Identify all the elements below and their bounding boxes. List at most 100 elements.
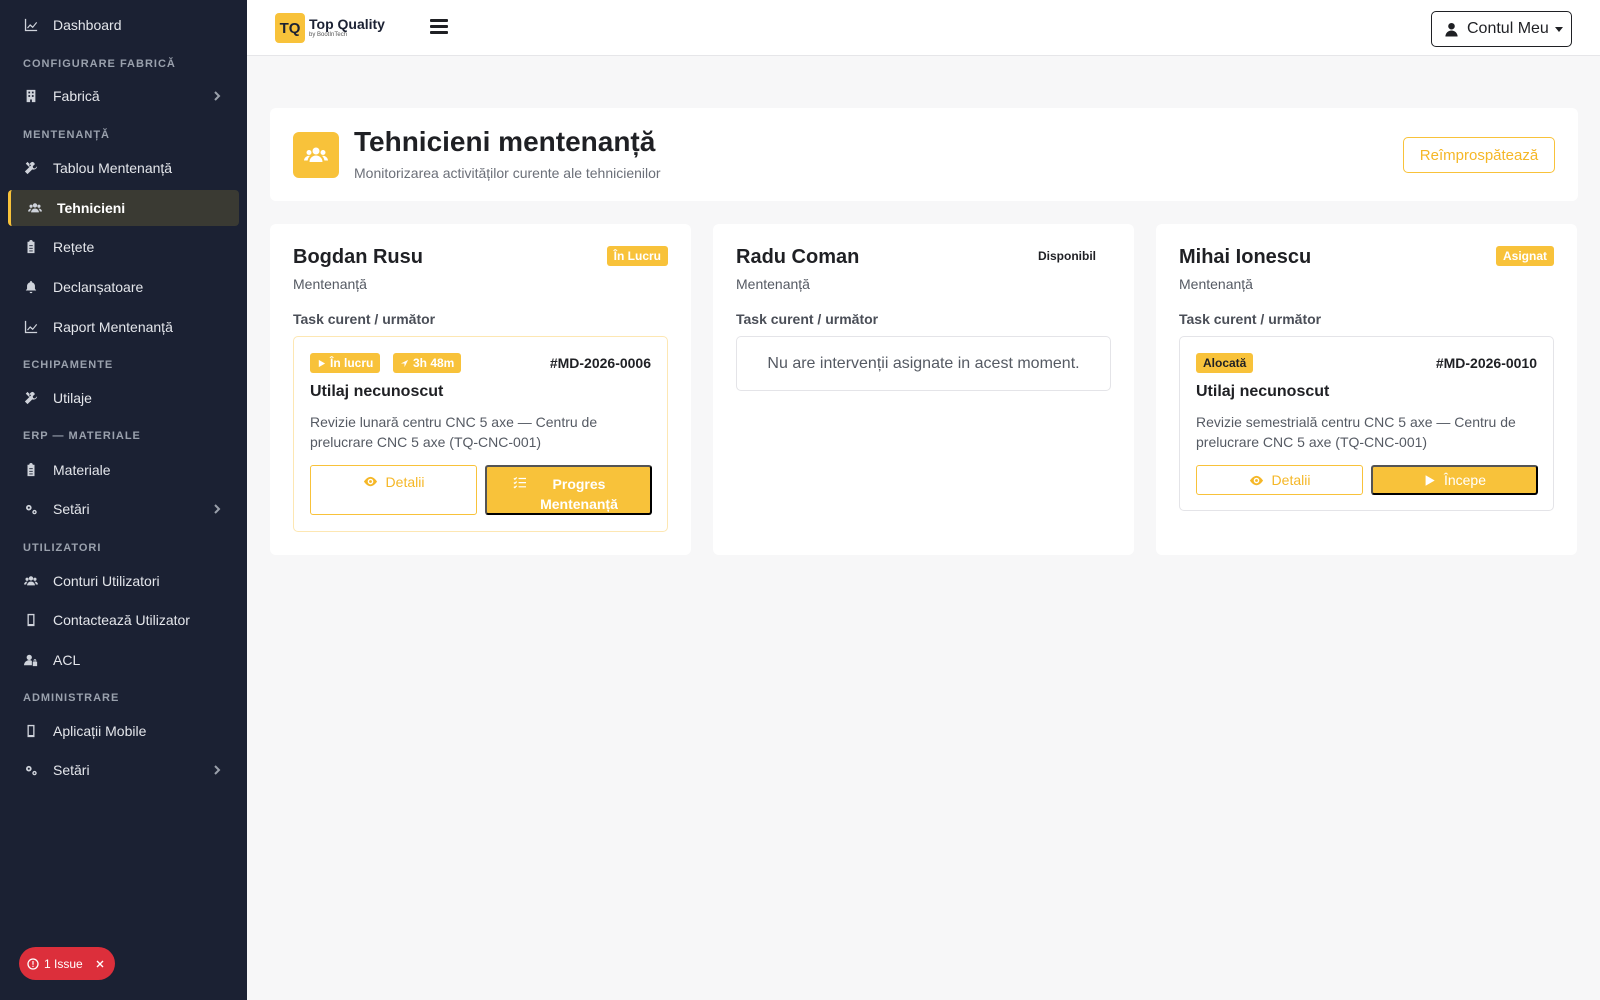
chart-line-icon bbox=[23, 319, 39, 335]
clipboard-icon bbox=[23, 462, 39, 478]
sidebar-item-label: Setări bbox=[53, 762, 90, 778]
sidebar-item-acl[interactable]: ACL bbox=[8, 642, 239, 678]
sidebar-item-technicians[interactable]: Tehnicieni bbox=[8, 190, 239, 226]
section-maintenance: MENTENANȚĂ bbox=[23, 129, 110, 141]
sidebar-item-dashboard[interactable]: Dashboard bbox=[8, 7, 239, 43]
play-icon bbox=[318, 359, 326, 367]
page-title: Tehnicieni mentenanță bbox=[354, 126, 656, 157]
section-admin: ADMINISTRARE bbox=[23, 692, 120, 704]
tools-icon bbox=[23, 160, 39, 176]
sidebar-item-recipes[interactable]: Rețete bbox=[8, 229, 239, 265]
sidebar-item-user-accounts[interactable]: Conturi Utilizatori bbox=[8, 563, 239, 599]
clipboard-icon bbox=[23, 239, 39, 255]
sidebar-item-label: Tablou Mentenanță bbox=[53, 160, 173, 176]
sidebar-item-label: Dashboard bbox=[53, 17, 122, 33]
sidebar-item-label: Aplicații Mobile bbox=[53, 723, 147, 739]
users-icon bbox=[23, 573, 39, 589]
sidebar-item-label: Setări bbox=[53, 501, 90, 517]
sidebar-item-contact-user[interactable]: Contactează Utilizator bbox=[8, 602, 239, 638]
technician-role: Mentenanță bbox=[736, 276, 810, 292]
task-time-chip: 3h 48m bbox=[393, 353, 462, 373]
empty-task-message: Nu are intervenții asignate in acest mom… bbox=[736, 336, 1111, 391]
task-section-label: Task curent / următor bbox=[293, 311, 436, 327]
task-id: #MD-2026-0010 bbox=[1435, 355, 1537, 371]
sidebar-item-maintenance-report[interactable]: Raport Mentenanță bbox=[8, 309, 239, 345]
sidebar-item-settings-erp[interactable]: Setări bbox=[8, 491, 239, 527]
technician-card: Radu Coman Mentenanță Disponibil Task cu… bbox=[713, 224, 1134, 555]
issue-badge-label: 1 Issue bbox=[44, 956, 83, 971]
section-users: UTILIZATORI bbox=[23, 542, 102, 554]
sidebar-item-maintenance-board[interactable]: Tablou Mentenanță bbox=[8, 150, 239, 186]
logo[interactable]: TQ Top Quality by BootInTech bbox=[275, 13, 385, 43]
technician-card: Bogdan Rusu Mentenanță În Lucru Task cur… bbox=[270, 224, 691, 555]
user-lock-icon bbox=[23, 652, 39, 668]
topbar: TQ Top Quality by BootInTech Contul Meu bbox=[247, 0, 1600, 56]
sidebar-item-label: Rețete bbox=[53, 239, 95, 255]
sidebar-item-factory[interactable]: Fabrică bbox=[8, 78, 239, 114]
caret-down-icon bbox=[1554, 26, 1563, 32]
logo-mark: TQ bbox=[275, 13, 305, 43]
tools-icon bbox=[23, 390, 39, 406]
account-label: Contul Meu bbox=[1467, 20, 1549, 37]
task-id: #MD-2026-0006 bbox=[549, 355, 651, 371]
section-erp: ERP — MATERIALE bbox=[23, 430, 141, 442]
building-icon bbox=[23, 88, 39, 104]
technician-role: Mentenanță bbox=[1179, 276, 1253, 292]
mobile-icon bbox=[23, 723, 39, 739]
technician-card: Mihai Ionescu Mentenanță Asignat Task cu… bbox=[1156, 224, 1577, 555]
cogs-icon bbox=[23, 762, 39, 778]
sidebar-item-label: Utilaje bbox=[53, 390, 92, 406]
sidebar-item-label: Conturi Utilizatori bbox=[53, 573, 160, 589]
list-check-icon bbox=[513, 476, 526, 489]
sidebar-item-materials[interactable]: Materiale bbox=[8, 452, 239, 488]
task-title: Utilaj necunoscut bbox=[1196, 383, 1330, 400]
sidebar-item-label: Materiale bbox=[53, 462, 111, 478]
task-description: Revizie lunară centru CNC 5 axe — Centru… bbox=[310, 414, 598, 450]
sidebar-item-label: Raport Mentenanță bbox=[53, 319, 173, 335]
technician-name: Bogdan Rusu bbox=[293, 246, 423, 268]
page-subtitle: Monitorizarea activităților curente ale … bbox=[354, 165, 661, 181]
task-section-label: Task curent / următor bbox=[736, 311, 879, 327]
sidebar-item-label: ACL bbox=[53, 652, 81, 668]
logo-title: Top Quality bbox=[309, 16, 385, 32]
chevron-right-icon bbox=[211, 502, 223, 514]
page-header: Tehnicieni mentenanță Monitorizarea acti… bbox=[270, 108, 1578, 201]
progress-maintenance-button[interactable]: Progres Mentenanță bbox=[485, 465, 652, 515]
section-factory-config: CONFIGURARE FABRICĂ bbox=[23, 58, 176, 70]
status-badge: Disponibil bbox=[1038, 249, 1096, 263]
sidebar-item-label: Tehnicieni bbox=[57, 200, 126, 216]
account-dropdown-button[interactable]: Contul Meu bbox=[1431, 11, 1572, 47]
chart-line-icon bbox=[23, 17, 39, 33]
task-card: Alocată #MD-2026-0010 Utilaj necunoscut … bbox=[1179, 336, 1554, 511]
task-description: Revizie semestrială centru CNC 5 axe — C… bbox=[1196, 414, 1516, 450]
sidebar-item-label: Contactează Utilizator bbox=[53, 612, 190, 628]
sidebar-item-settings-admin[interactable]: Setări bbox=[8, 752, 239, 788]
issue-badge[interactable]: 1 Issue bbox=[19, 947, 115, 980]
eye-icon bbox=[1249, 475, 1263, 485]
sidebar-item-label: Declanșatoare bbox=[53, 279, 144, 295]
start-button[interactable]: Începe bbox=[1371, 465, 1538, 495]
task-state-chip: Alocată bbox=[1196, 353, 1254, 373]
sidebar-item-machines[interactable]: Utilaje bbox=[8, 380, 239, 416]
details-button[interactable]: Detalii bbox=[1196, 465, 1363, 495]
refresh-button[interactable]: Reîmprospătează bbox=[1403, 137, 1555, 173]
menu-toggle-icon[interactable] bbox=[430, 19, 448, 35]
sidebar-item-mobile-apps[interactable]: Aplicații Mobile bbox=[8, 713, 239, 749]
section-equipment: ECHIPAMENTE bbox=[23, 359, 114, 371]
task-title: Utilaj necunoscut bbox=[310, 383, 444, 400]
status-badge: În Lucru bbox=[606, 246, 668, 266]
details-button[interactable]: Detalii bbox=[310, 465, 477, 515]
mobile-icon bbox=[23, 612, 39, 628]
technician-name: Mihai Ionescu bbox=[1179, 246, 1312, 268]
status-badge: Asignat bbox=[1495, 246, 1554, 266]
sidebar-item-triggers[interactable]: Declanșatoare bbox=[8, 269, 239, 305]
sidebar-item-label: Fabrică bbox=[53, 88, 100, 104]
technician-name: Radu Coman bbox=[736, 246, 860, 268]
task-state-chip: În lucru bbox=[310, 353, 381, 373]
task-card: În lucru 3h 48m #MD-2026-0006 Utilaj nec… bbox=[293, 336, 668, 532]
cogs-icon bbox=[23, 501, 39, 517]
task-section-label: Task curent / următor bbox=[1179, 311, 1322, 327]
close-icon[interactable] bbox=[94, 958, 106, 970]
chevron-right-icon bbox=[211, 763, 223, 775]
alert-circle-icon bbox=[27, 957, 39, 970]
